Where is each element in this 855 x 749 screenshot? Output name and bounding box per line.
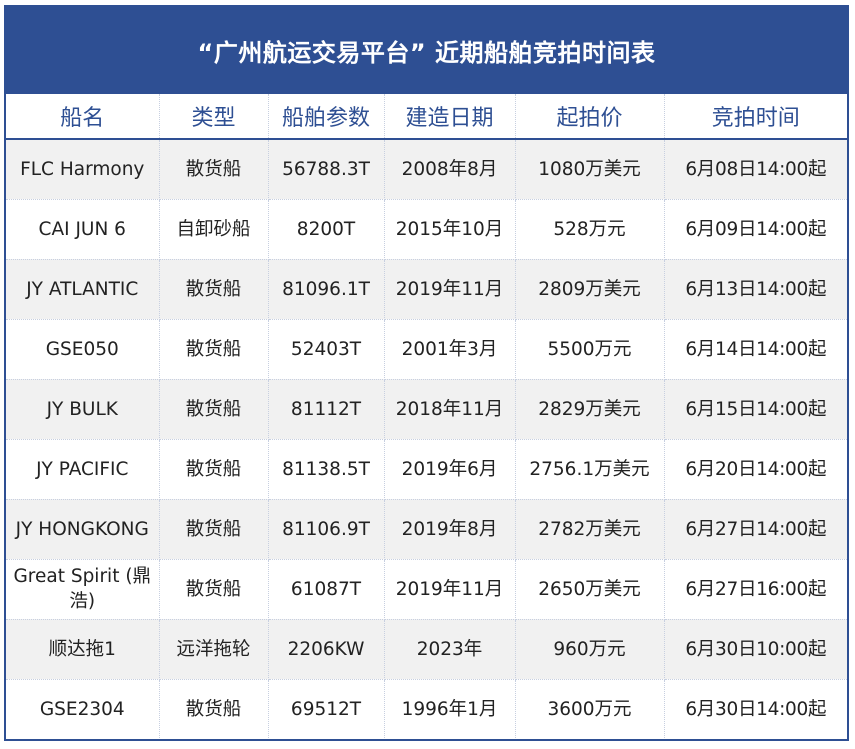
cell-specs: 81112T <box>268 379 385 440</box>
cell-type: 散货船 <box>159 679 269 739</box>
cell-starting-price: 5500万元 <box>515 319 665 380</box>
cell-ship-name: JY PACIFIC <box>6 439 160 500</box>
cell-type: 散货船 <box>159 319 269 380</box>
cell-type: 远洋拖轮 <box>159 619 269 680</box>
cell-starting-price: 3600万元 <box>515 679 665 739</box>
cell-type: 散货船 <box>159 439 269 500</box>
cell-ship-name: GSE050 <box>6 319 160 380</box>
cell-auction-time: 6月15日14:00起 <box>664 379 847 440</box>
page-title: “广州航运交易平台” 近期船舶竞拍时间表 <box>6 7 847 94</box>
table-row: 顺达拖1 远洋拖轮 2206KW 2023年 960万元 6月30日10:00起 <box>6 619 847 680</box>
cell-auction-time: 6月20日14:00起 <box>664 439 847 500</box>
cell-starting-price: 2756.1万美元 <box>515 439 665 500</box>
cell-build-date: 2001年3月 <box>384 319 516 380</box>
cell-type: 散货船 <box>159 139 269 200</box>
cell-specs: 69512T <box>268 679 385 739</box>
cell-build-date: 2023年 <box>384 619 516 680</box>
cell-auction-time: 6月13日14:00起 <box>664 259 847 320</box>
cell-auction-time: 6月30日10:00起 <box>664 619 847 680</box>
cell-starting-price: 2829万美元 <box>515 379 665 440</box>
cell-ship-name: GSE2304 <box>6 679 160 739</box>
cell-build-date: 2019年8月 <box>384 499 516 560</box>
cell-ship-name: FLC Harmony <box>6 139 160 200</box>
cell-auction-time: 6月08日14:00起 <box>664 139 847 200</box>
column-header-build-date: 建造日期 <box>384 94 516 140</box>
cell-starting-price: 528万元 <box>515 199 665 260</box>
cell-starting-price: 2650万美元 <box>515 559 665 620</box>
table-row: GSE2304 散货船 69512T 1996年1月 3600万元 6月30日1… <box>6 679 847 739</box>
cell-build-date: 2018年11月 <box>384 379 516 440</box>
table-row: JY HONGKONG 散货船 81106.9T 2019年8月 2782万美元… <box>6 499 847 560</box>
cell-specs: 81138.5T <box>268 439 385 500</box>
cell-ship-name: JY ATLANTIC <box>6 259 160 320</box>
cell-specs: 52403T <box>268 319 385 380</box>
table-row: CAI JUN 6 自卸砂船 8200T 2015年10月 528万元 6月09… <box>6 199 847 260</box>
cell-specs: 81096.1T <box>268 259 385 320</box>
cell-specs: 81106.9T <box>268 499 385 560</box>
cell-build-date: 1996年1月 <box>384 679 516 739</box>
cell-build-date: 2019年11月 <box>384 259 516 320</box>
cell-starting-price: 1080万美元 <box>515 139 665 200</box>
cell-auction-time: 6月27日16:00起 <box>664 559 847 620</box>
table-row: Great Spirit (鼎浩) 散货船 61087T 2019年11月 26… <box>6 559 847 620</box>
column-header-auction-time: 竞拍时间 <box>664 94 847 140</box>
cell-auction-time: 6月14日14:00起 <box>664 319 847 380</box>
cell-specs: 56788.3T <box>268 139 385 200</box>
table-row: JY PACIFIC 散货船 81138.5T 2019年6月 2756.1万美… <box>6 439 847 500</box>
table-header-row: 船名 类型 船舶参数 建造日期 起拍价 竞拍时间 <box>6 94 847 140</box>
cell-ship-name: JY BULK <box>6 379 160 440</box>
cell-ship-name: CAI JUN 6 <box>6 199 160 260</box>
cell-type: 自卸砂船 <box>159 199 269 260</box>
cell-build-date: 2015年10月 <box>384 199 516 260</box>
table-row: FLC Harmony 散货船 56788.3T 2008年8月 1080万美元… <box>6 139 847 200</box>
cell-auction-time: 6月30日14:00起 <box>664 679 847 739</box>
table-row: GSE050 散货船 52403T 2001年3月 5500万元 6月14日14… <box>6 319 847 380</box>
cell-type: 散货船 <box>159 379 269 440</box>
cell-type: 散货船 <box>159 499 269 560</box>
table-row: JY ATLANTIC 散货船 81096.1T 2019年11月 2809万美… <box>6 259 847 320</box>
cell-ship-name: Great Spirit (鼎浩) <box>6 559 160 620</box>
cell-ship-name: 顺达拖1 <box>6 619 160 680</box>
auction-table: 船名 类型 船舶参数 建造日期 起拍价 竞拍时间 FLC Harmony 散货船… <box>6 94 847 739</box>
cell-build-date: 2008年8月 <box>384 139 516 200</box>
cell-auction-time: 6月27日14:00起 <box>664 499 847 560</box>
column-header-type: 类型 <box>159 94 269 140</box>
cell-auction-time: 6月09日14:00起 <box>664 199 847 260</box>
cell-build-date: 2019年11月 <box>384 559 516 620</box>
column-header-starting-price: 起拍价 <box>515 94 665 140</box>
cell-ship-name: JY HONGKONG <box>6 499 160 560</box>
cell-specs: 2206KW <box>268 619 385 680</box>
table-row: JY BULK 散货船 81112T 2018年11月 2829万美元 6月15… <box>6 379 847 440</box>
cell-starting-price: 2809万美元 <box>515 259 665 320</box>
auction-schedule-panel: “广州航运交易平台” 近期船舶竞拍时间表 船名 类型 船舶参数 建造日期 起拍价… <box>4 5 849 741</box>
cell-specs: 8200T <box>268 199 385 260</box>
cell-starting-price: 2782万美元 <box>515 499 665 560</box>
cell-build-date: 2019年6月 <box>384 439 516 500</box>
cell-starting-price: 960万元 <box>515 619 665 680</box>
column-header-specs: 船舶参数 <box>268 94 385 140</box>
cell-type: 散货船 <box>159 259 269 320</box>
cell-specs: 61087T <box>268 559 385 620</box>
column-header-ship-name: 船名 <box>6 94 160 140</box>
cell-type: 散货船 <box>159 559 269 620</box>
